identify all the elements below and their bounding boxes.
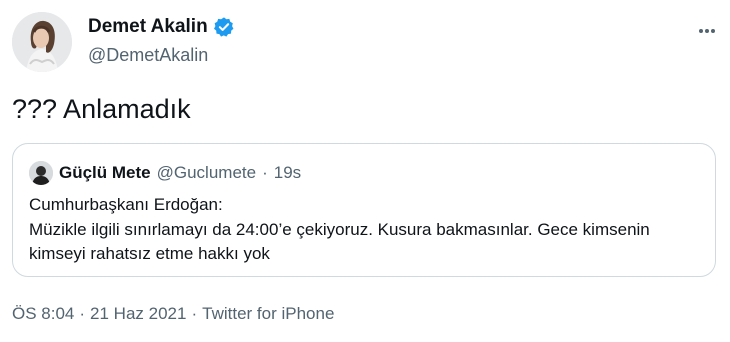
tweet-date[interactable]: 21 Haz 2021 — [90, 304, 186, 324]
quoted-author-name: Güçlü Mete — [59, 163, 151, 182]
quoted-author-avatar — [29, 161, 53, 185]
quoted-text-line: kimseyi rahatsız etme hakkı yok — [29, 244, 270, 263]
verified-badge-icon — [213, 16, 235, 38]
footer-separator: · — [79, 304, 86, 323]
author-avatar[interactable] — [12, 12, 72, 72]
quoted-separator: · — [262, 163, 268, 182]
quoted-tweet-header: Güçlü Mete @Guclumete · 19s — [29, 161, 301, 185]
quoted-text-line: Müzikle ilgili sınırlamayı da 24:00’e çe… — [29, 219, 650, 239]
tweet-footer: ÖS 8:04 · 21 Haz 2021 · Twitter for iPho… — [12, 304, 334, 324]
footer-separator: · — [191, 304, 198, 323]
author-display-name[interactable]: Demet Akalin — [88, 16, 208, 38]
quoted-author-handle: @Guclumete — [156, 163, 257, 182]
quoted-text-line: Cumhurbaşkanı Erdoğan: — [29, 195, 223, 214]
quoted-tweet-text: Cumhurbaşkanı Erdoğan: Müzikle ilgili sı… — [29, 193, 709, 267]
quoted-tweet-card[interactable]: Güçlü Mete @Guclumete · 19s Cumhurbaşkan… — [12, 143, 716, 277]
tweet-time[interactable]: ÖS 8:04 — [12, 304, 74, 324]
author-handle[interactable]: @DemetAkalin — [88, 45, 208, 66]
tweet-text: ??? Anlamadık — [12, 94, 191, 124]
author-name-row: Demet Akalin — [88, 16, 235, 38]
tweet-source[interactable]: Twitter for iPhone — [202, 304, 334, 324]
quoted-timestamp: 19s — [273, 163, 302, 182]
more-options-icon[interactable] — [692, 19, 722, 43]
